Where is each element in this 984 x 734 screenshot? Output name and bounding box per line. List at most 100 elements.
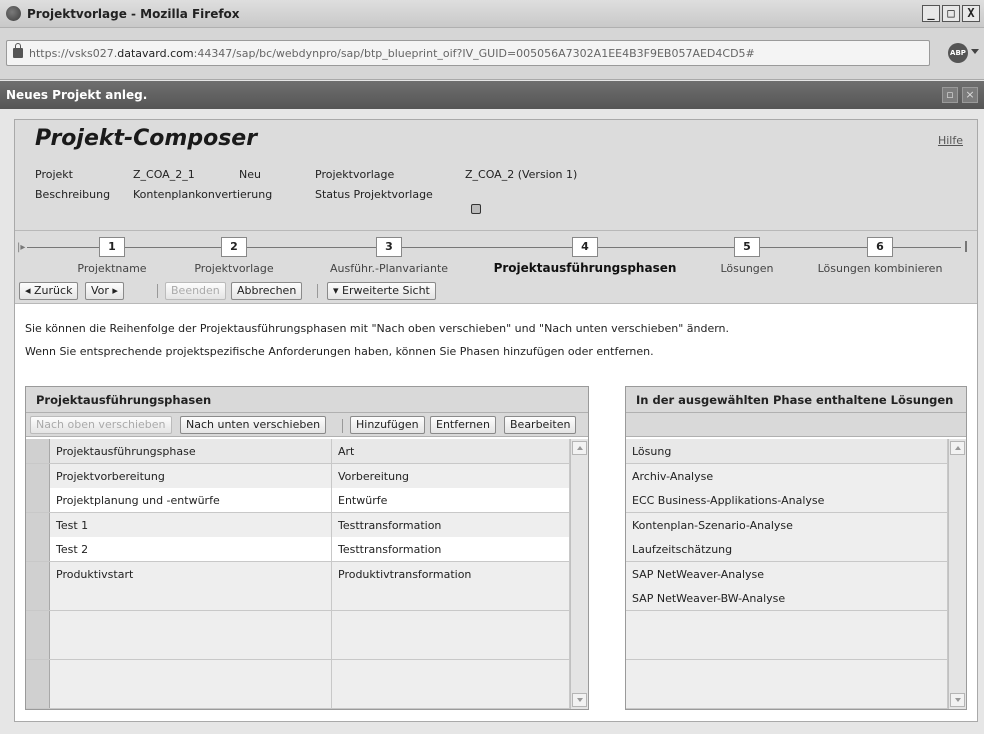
projekt-status: Neu: [239, 168, 261, 181]
table-row[interactable]: Projektplanung und -entwürfe Entwürfe: [26, 488, 570, 513]
row-selector[interactable]: [26, 586, 50, 610]
add-button[interactable]: Hinzufügen: [350, 416, 425, 434]
table-row[interactable]: SAP NetWeaver-BW-Analyse: [626, 586, 948, 611]
row-selector[interactable]: [26, 512, 50, 537]
type-cell: [332, 684, 570, 708]
dialog-close-button[interactable]: ×: [962, 87, 978, 103]
phase-cell: [50, 586, 332, 610]
maximize-button[interactable]: □: [942, 5, 960, 22]
edit-button[interactable]: Bearbeiten: [504, 416, 577, 434]
move-down-button[interactable]: Nach unten verschieben: [180, 416, 327, 434]
url-text[interactable]: https://vsks027.datavard.com:44347/sap/b…: [29, 47, 755, 60]
extended-view-button[interactable]: ▾ Erweiterte Sicht: [327, 282, 436, 300]
table-row[interactable]: ECC Business-Applikations-Analyse: [626, 488, 948, 513]
column-header-phase[interactable]: Projektausführungsphase: [50, 439, 332, 463]
row-selector[interactable]: [26, 488, 50, 512]
column-header-solution[interactable]: Lösung: [626, 439, 948, 463]
row-selector[interactable]: [26, 659, 50, 684]
roadmap-step-5[interactable]: 5: [734, 237, 760, 257]
type-cell: Entwürfe: [332, 488, 570, 512]
table-row[interactable]: [26, 684, 570, 709]
roadmap-step-3[interactable]: 3: [376, 237, 402, 257]
cancel-button[interactable]: Abbrechen: [231, 282, 303, 300]
row-selector[interactable]: [26, 610, 50, 635]
roadmap-label-5[interactable]: Lösungen: [720, 262, 773, 275]
row-selector[interactable]: [26, 684, 50, 708]
solutions-toolbar: [626, 413, 966, 437]
table-row[interactable]: [26, 659, 570, 685]
adblock-dropdown-icon[interactable]: [971, 49, 979, 54]
roadmap-step-2[interactable]: 2: [221, 237, 247, 257]
table-row[interactable]: Archiv-Analyse: [626, 463, 948, 489]
scroll-up-icon[interactable]: [572, 441, 587, 455]
phase-cell: Produktivstart: [50, 561, 332, 586]
solution-cell: SAP NetWeaver-BW-Analyse: [626, 586, 948, 610]
next-button[interactable]: Vor ▸: [85, 282, 124, 300]
move-up-button[interactable]: Nach oben verschieben: [30, 416, 172, 434]
solution-cell: [626, 659, 948, 684]
roadmap-step-6[interactable]: 6: [867, 237, 893, 257]
roadmap-step-4[interactable]: 4: [572, 237, 598, 257]
phases-scrollbar[interactable]: [570, 439, 588, 709]
dialog-title: Neues Projekt anleg.: [6, 88, 148, 102]
column-header-type[interactable]: Art: [332, 439, 570, 463]
table-row[interactable]: [626, 684, 948, 709]
type-cell: Testtransformation: [332, 537, 570, 561]
solution-cell: [626, 635, 948, 659]
toolbar-separator: [317, 284, 318, 298]
solution-cell: Kontenplan-Szenario-Analyse: [626, 512, 948, 537]
scroll-down-icon[interactable]: [950, 693, 965, 707]
roadmap-step-1[interactable]: 1: [99, 237, 125, 257]
select-all-cell[interactable]: [26, 439, 50, 463]
remove-button[interactable]: Entfernen: [430, 416, 496, 434]
type-cell: [332, 610, 570, 635]
table-row[interactable]: Produktivstart Produktivtransformation: [26, 561, 570, 587]
table-row[interactable]: [26, 635, 570, 660]
lock-icon: [13, 43, 23, 58]
table-row[interactable]: Laufzeitschätzung: [626, 537, 948, 562]
status-indicator-icon: [471, 204, 481, 214]
row-selector[interactable]: [26, 561, 50, 586]
help-link[interactable]: Hilfe: [938, 134, 963, 147]
back-button[interactable]: ◂ Zurück: [19, 282, 79, 300]
scroll-up-icon[interactable]: [950, 441, 965, 455]
table-row[interactable]: [626, 610, 948, 636]
roadmap-label-6[interactable]: Lösungen kombinieren: [818, 262, 943, 275]
dialog-restore-button[interactable]: ▫: [942, 87, 958, 103]
scroll-down-icon[interactable]: [572, 693, 587, 707]
solutions-scrollbar[interactable]: [948, 439, 966, 709]
navigation-toolbar: ◂ Zurück Vor ▸ Beenden Abbrechen ▾ Erwei…: [15, 278, 977, 304]
roadmap-label-3[interactable]: Ausführ.-Planvariante: [330, 262, 448, 275]
phases-toolbar: Nach oben verschieben Nach unten verschi…: [26, 413, 588, 437]
solutions-grid: Lösung Archiv-Analyse ECC Business-Applika…: [626, 439, 948, 709]
row-selector[interactable]: [26, 463, 50, 488]
minimize-button[interactable]: _: [922, 5, 940, 22]
type-cell: [332, 659, 570, 684]
table-row[interactable]: Test 1 Testtransformation: [26, 512, 570, 538]
solutions-panel: In der ausgewählten Phase enthaltene Lös…: [625, 386, 967, 710]
roadmap-label-4[interactable]: Projektausführungsphasen: [494, 261, 677, 275]
table-row[interactable]: Test 2 Testtransformation: [26, 537, 570, 562]
table-row[interactable]: [626, 635, 948, 660]
adblock-icon[interactable]: ABP: [948, 43, 968, 63]
table-row[interactable]: [26, 586, 570, 611]
solution-cell: [626, 684, 948, 708]
table-row[interactable]: [26, 610, 570, 636]
table-row[interactable]: Projektvorbereitung Vorbereitung: [26, 463, 570, 489]
table-row[interactable]: SAP NetWeaver-Analyse: [626, 561, 948, 587]
toolbar-separator: [157, 284, 158, 298]
close-window-button[interactable]: X: [962, 5, 980, 22]
table-row[interactable]: Kontenplan-Szenario-Analyse: [626, 512, 948, 538]
table-row[interactable]: [626, 659, 948, 685]
phase-cell: Projektvorbereitung: [50, 463, 332, 488]
row-selector[interactable]: [26, 635, 50, 659]
type-cell: Vorbereitung: [332, 463, 570, 488]
type-cell: [332, 586, 570, 610]
address-bar[interactable]: https://vsks027.datavard.com:44347/sap/b…: [6, 40, 930, 66]
projekt-value: Z_COA_2_1: [133, 168, 195, 181]
roadmap-label-1[interactable]: Projektname: [77, 262, 146, 275]
roadmap-label-2[interactable]: Projektvorlage: [194, 262, 273, 275]
finish-button[interactable]: Beenden: [165, 282, 226, 300]
solution-cell: Archiv-Analyse: [626, 463, 948, 488]
row-selector[interactable]: [26, 537, 50, 561]
